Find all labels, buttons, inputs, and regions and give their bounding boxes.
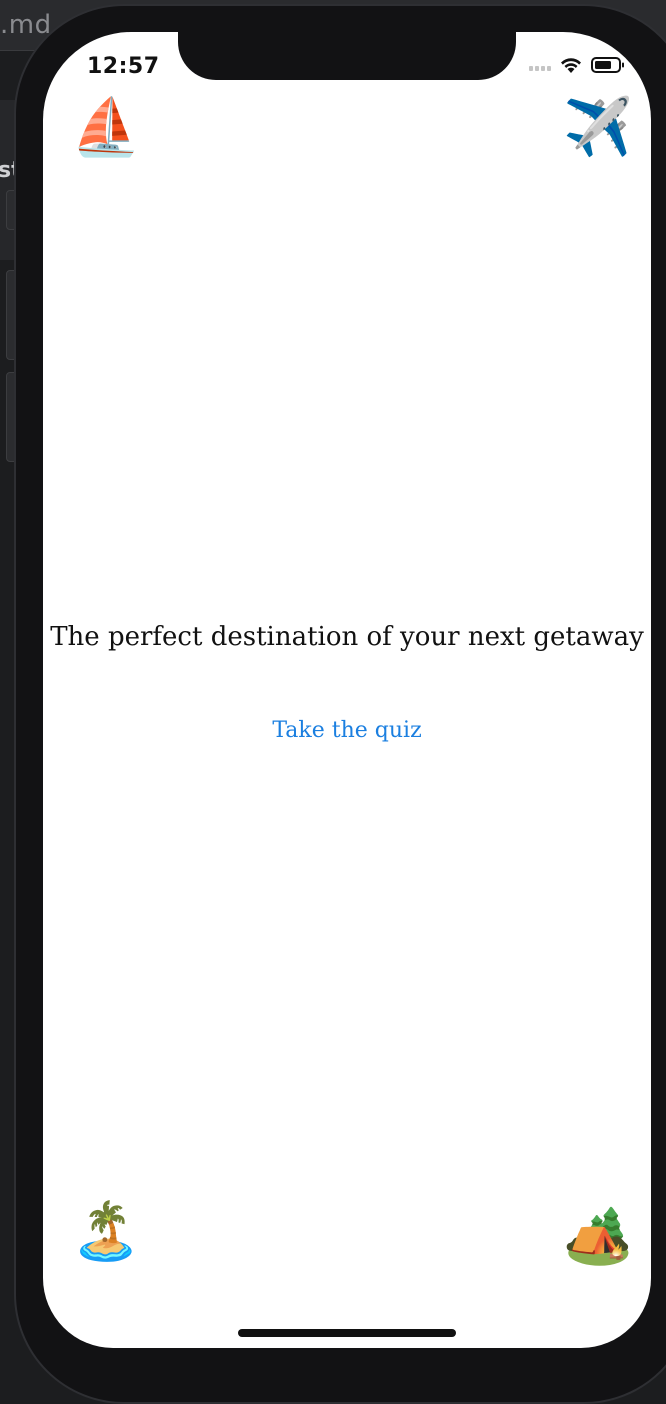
desert-island-icon: 🏝️ [71, 1199, 141, 1264]
page-headline: The perfect destination of your next get… [50, 622, 644, 652]
camping-tent-icon: 🏕️ [563, 1203, 633, 1268]
home-indicator[interactable] [238, 1329, 456, 1337]
airplane-icon: ✈️ [563, 95, 633, 160]
app-screen: 12:57 ⛵ ✈️ The perfect destination of yo… [43, 32, 651, 1348]
wifi-icon [561, 58, 581, 73]
editor-tab-label[interactable]: .md [0, 10, 52, 40]
status-bar-icons [529, 56, 625, 74]
device-notch [178, 32, 516, 80]
take-quiz-button[interactable]: Take the quiz [43, 718, 651, 743]
cellular-signal-icon [529, 59, 551, 71]
status-bar-time: 12:57 [87, 54, 160, 79]
battery-icon [591, 57, 624, 73]
sailboat-icon: ⛵ [71, 95, 141, 160]
